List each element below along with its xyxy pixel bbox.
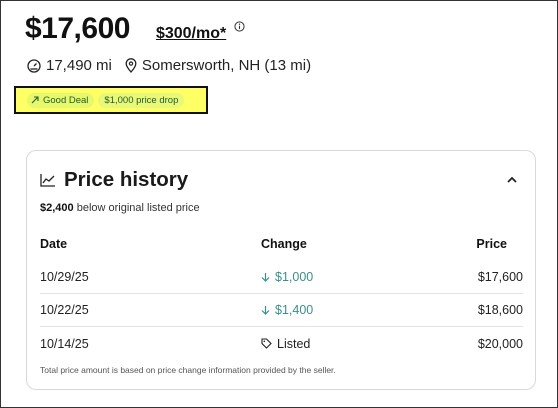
row-date: 10/14/25: [40, 336, 89, 351]
row-change: Listed: [261, 337, 441, 351]
location-pin-icon: [125, 58, 137, 73]
price-row: $17,600 $300/mo*: [25, 12, 245, 46]
trend-up-icon: [31, 96, 39, 104]
price-drop-badge: $1,000 price drop: [98, 92, 185, 108]
speedometer-icon: [27, 58, 41, 73]
row-change: $1,000: [261, 270, 441, 284]
row-change: $1,400: [261, 303, 441, 317]
price-history-card: Price history $2,400 below original list…: [26, 150, 536, 390]
monthly-payment-link[interactable]: $300/mo*: [156, 25, 226, 43]
arrow-down-icon: [261, 273, 270, 282]
table-row: 10/14/25 Listed $20,000: [40, 327, 523, 360]
row-price: $20,000: [477, 336, 523, 351]
info-icon[interactable]: [234, 19, 245, 32]
table-row: 10/29/25 $1,000 $17,600: [40, 261, 523, 294]
price-history-subtitle: $2,400 below original listed price: [40, 202, 200, 214]
row-price: $18,600: [477, 303, 523, 317]
chevron-up-icon[interactable]: [505, 173, 519, 187]
mileage-text: 17,490 mi: [46, 57, 112, 74]
table-row: 10/22/25 $1,400 $18,600: [40, 294, 523, 327]
row-change-value: $1,000: [275, 270, 314, 284]
price-history-table: Date Change Price 10/29/25 $1,000 $17,60…: [40, 233, 523, 360]
listing-meta: 17,490 mi Somersworth, NH (13 mi): [27, 57, 311, 74]
good-deal-badge: Good Deal: [27, 92, 95, 108]
row-date: 10/29/25: [40, 270, 89, 284]
location-text: Somersworth, NH (13 mi): [141, 57, 312, 74]
change-column-header: Change: [261, 237, 307, 251]
price-column-header: Price: [476, 237, 507, 251]
tag-icon: [261, 338, 272, 349]
price-history-header[interactable]: Price history: [40, 168, 188, 192]
arrow-down-icon: [261, 306, 270, 315]
row-price: $17,600: [477, 270, 523, 284]
deal-badges: Good Deal $1,000 price drop: [14, 86, 208, 114]
price-history-title: Price history: [64, 168, 189, 191]
below-text: below original listed price: [73, 202, 200, 214]
price-drop-label: $1,000 price drop: [104, 94, 179, 106]
date-column-header: Date: [40, 237, 68, 251]
location: Somersworth, NH (13 mi): [125, 57, 311, 74]
good-deal-label: Good Deal: [43, 94, 89, 106]
row-date: 10/22/25: [40, 303, 89, 317]
table-header: Date Change Price: [40, 233, 523, 255]
row-change-value: $1,400: [275, 303, 314, 317]
price-history-footnote: Total price amount is based on price cha…: [40, 365, 336, 375]
line-chart-icon: [40, 174, 55, 187]
mileage: 17,490 mi: [27, 57, 112, 74]
below-amount: $2,400: [40, 202, 74, 214]
listing-price: $17,600: [25, 12, 130, 45]
row-change-value: Listed: [277, 336, 311, 351]
